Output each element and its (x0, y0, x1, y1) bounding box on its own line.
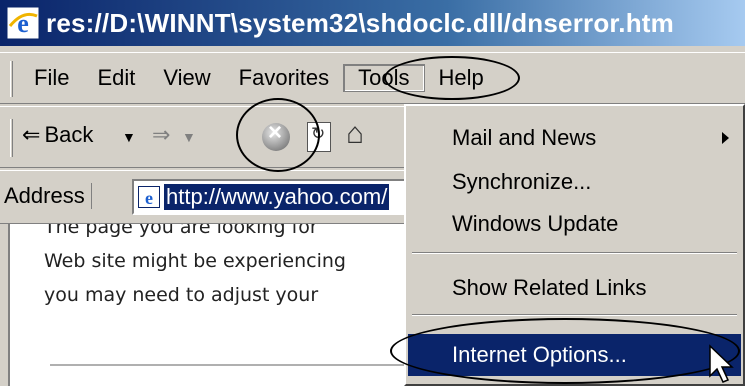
forward-arrow-icon[interactable]: ⇒ (152, 122, 170, 148)
home-icon[interactable]: ⌂ (346, 117, 364, 151)
menu-edit[interactable]: Edit (83, 65, 149, 91)
title-bar: e res://D:\WINNT\system32\shdoclc.dll/dn… (0, 0, 745, 46)
address-value: http://www.yahoo.com/ (164, 184, 390, 210)
refresh-icon[interactable] (307, 122, 331, 152)
menu-help[interactable]: Help (425, 65, 498, 91)
menu-item-synchronize[interactable]: Synchronize... (408, 164, 741, 200)
menu-item-internet-options[interactable]: Internet Options... (408, 334, 741, 376)
back-arrow-icon: ⇐ (22, 122, 41, 147)
menu-item-label: Show Related Links (452, 275, 647, 300)
stop-icon[interactable] (262, 119, 290, 151)
ie-icon: e (6, 6, 40, 40)
menu-item-label: Synchronize... (452, 169, 592, 194)
menu-bar: File Edit View Favorites Tools Help (0, 52, 745, 104)
address-input[interactable]: e http://www.yahoo.com/ (132, 179, 432, 215)
menu-item-windows-update[interactable]: Windows Update (408, 206, 741, 242)
menu-item-mail-and-news[interactable]: Mail and News (408, 120, 741, 156)
page-icon: e (138, 186, 160, 208)
menu-item-label: Mail and News (452, 125, 597, 150)
menu-item-label: Windows Update (452, 211, 619, 236)
menu-tools[interactable]: Tools (343, 64, 425, 92)
back-button[interactable]: ⇐ Back (22, 122, 93, 148)
forward-dropdown-icon[interactable]: ▼ (182, 129, 196, 145)
menu-item-label: Internet Options... (452, 342, 627, 367)
back-dropdown-icon[interactable]: ▼ (122, 129, 136, 145)
menu-view[interactable]: View (149, 65, 224, 91)
tools-menu: Mail and News Synchronize... Windows Upd… (404, 104, 745, 386)
divider (50, 364, 440, 366)
menu-separator (412, 314, 737, 316)
mouse-cursor-icon (709, 344, 734, 383)
toolbar-grip[interactable] (10, 119, 13, 157)
back-label: Back (44, 122, 94, 147)
menubar-grip[interactable] (10, 61, 13, 97)
svg-text:e: e (145, 188, 153, 208)
menu-favorites[interactable]: Favorites (225, 65, 343, 91)
window-title: res://D:\WINNT\system32\shdoclc.dll/dnse… (46, 7, 674, 38)
submenu-arrow-icon (722, 132, 729, 144)
menu-file[interactable]: File (20, 65, 83, 91)
address-label: Address (4, 183, 92, 209)
menu-item-show-related-links[interactable]: Show Related Links (408, 270, 741, 306)
menu-separator (412, 252, 737, 254)
